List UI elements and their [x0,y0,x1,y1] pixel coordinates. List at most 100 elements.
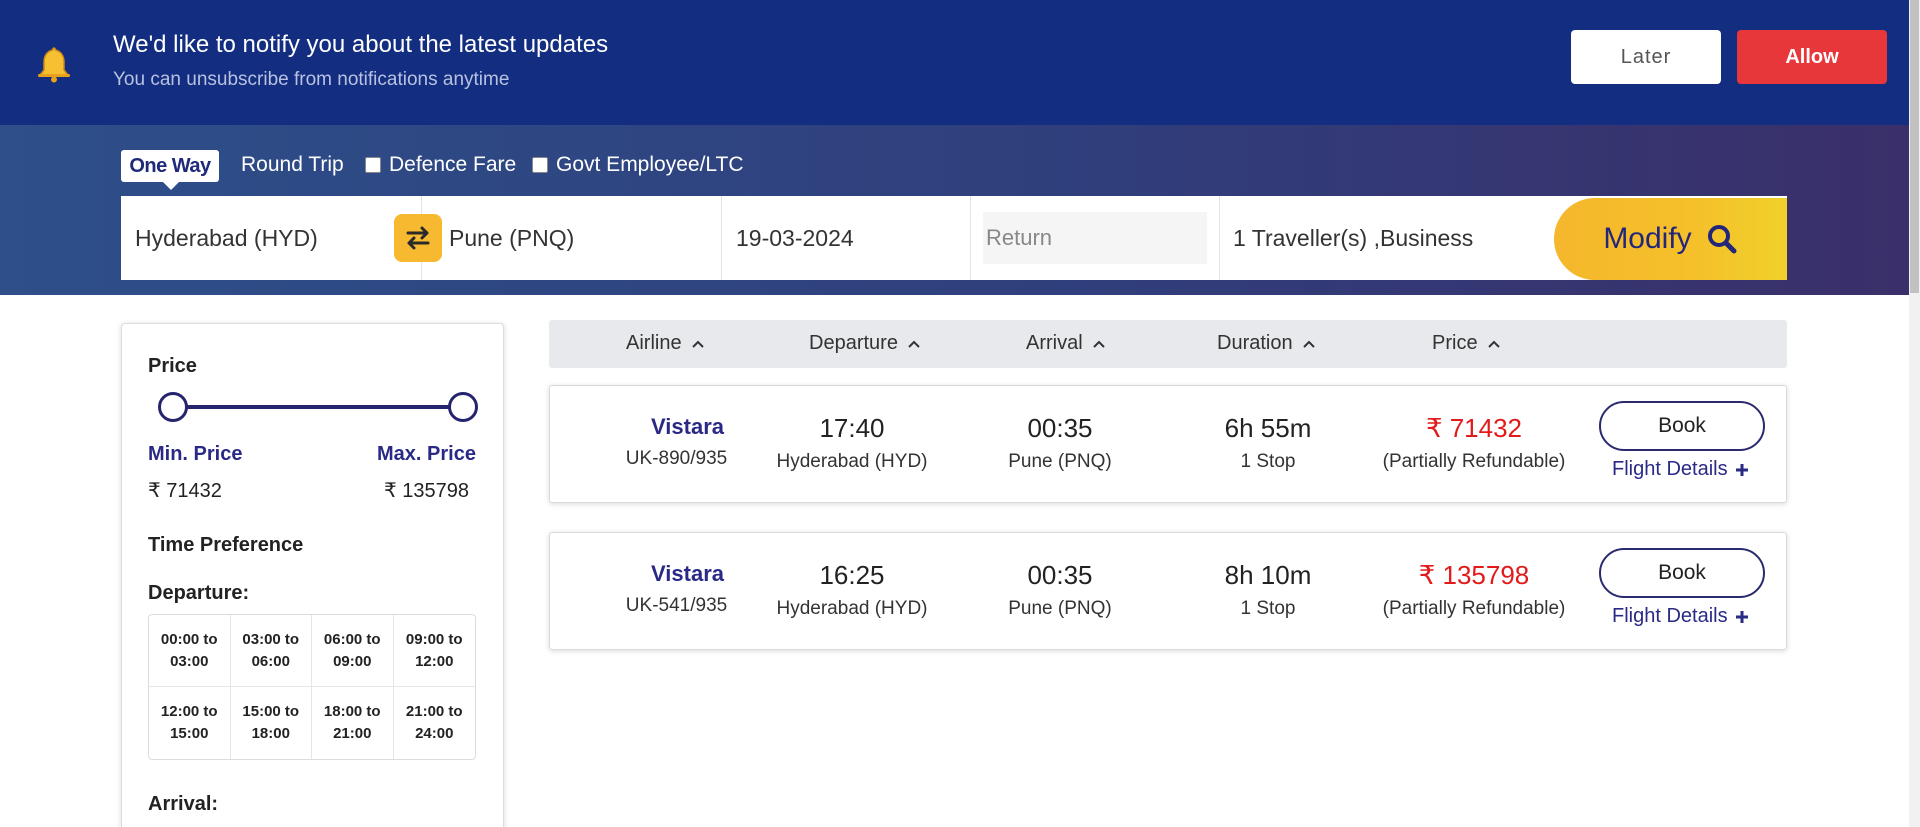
swap-icon [406,226,430,250]
price-block: ₹ 71432 (Partially Refundable) [1364,413,1584,473]
notification-subtitle: You can unsubscribe from notifications a… [113,69,510,90]
departure-slot[interactable]: 00:00 to 03:00 [149,615,231,687]
departure-slot[interactable]: 03:00 to 06:00 [230,615,312,687]
chevron-up-icon [1487,340,1500,348]
bell-icon [38,47,70,83]
tab-round-trip[interactable]: Round Trip [241,153,344,177]
arrival-time: 00:35 [1027,413,1093,443]
price-slider-min-handle[interactable] [158,392,188,422]
modify-button[interactable]: Modify [1554,198,1787,280]
later-button[interactable]: Later [1571,30,1721,84]
departure-block: 16:25 Hyderabad (HYD) [762,560,942,620]
flight-details-link[interactable]: Flight Details [1612,605,1750,628]
book-button[interactable]: Book [1599,548,1765,598]
departure-time-grid: 00:00 to 03:00 03:00 to 06:00 06:00 to 0… [148,614,476,760]
sort-arrival-label: Arrival [1026,332,1083,354]
depart-date-field[interactable]: 19-03-2024 [736,196,966,280]
departure-block: 17:40 Hyderabad (HYD) [762,413,942,473]
airline-name: Vistara [651,561,724,586]
swap-button[interactable] [394,214,442,262]
flight-details-label: Flight Details [1612,605,1728,627]
departure-city: Hyderabad (HYD) [776,598,928,619]
book-button[interactable]: Book [1599,401,1765,451]
departure-slot[interactable]: 12:00 to 15:00 [149,687,231,759]
plus-icon [1735,463,1748,476]
chevron-up-icon [1302,340,1315,348]
allow-button[interactable]: Allow [1737,30,1887,84]
sort-duration-label: Duration [1217,332,1293,354]
arrival-block: 00:35 Pune (PNQ) [980,413,1140,473]
flight-number: UK-890/935 [625,448,728,469]
sort-price[interactable]: Price [1432,332,1500,355]
notification-title: We'd like to notify you about the latest… [113,31,609,58]
sort-duration[interactable]: Duration [1217,332,1315,355]
refund-status: (Partially Refundable) [1382,451,1566,472]
price-slider-track[interactable] [163,405,463,409]
airline-block: Vistara UK-541/935 [604,561,749,617]
search-icon [1707,225,1737,254]
min-price-label: Min. Price [148,443,243,465]
scrollbar-thumb[interactable] [1910,0,1919,293]
sort-price-label: Price [1432,332,1478,354]
duration-block: 8h 10m 1 Stop [1188,560,1348,620]
defence-fare-label: Defence Fare [389,153,517,176]
arrival-city: Pune (PNQ) [1008,451,1112,472]
sort-airline[interactable]: Airline [626,332,704,355]
govt-employee-label: Govt Employee/LTC [556,153,744,176]
sort-arrival[interactable]: Arrival [1026,332,1105,355]
sort-departure[interactable]: Departure [809,332,920,355]
airline-block: Vistara UK-890/935 [604,414,749,470]
flight-duration: 8h 10m [1224,560,1312,590]
airline-name: Vistara [651,414,724,439]
travellers-field[interactable]: 1 Traveller(s) ,Business [1233,196,1533,280]
page: We'd like to notify you about the latest… [0,0,1920,827]
search-form: Hyderabad (HYD) Pune (PNQ) 19-03-2024 1 … [121,196,1787,280]
min-price-value: ₹ 71432 [148,480,222,502]
departure-city: Hyderabad (HYD) [776,451,928,472]
stops-count: 1 Stop [1240,451,1296,472]
govt-employee-checkbox[interactable] [532,157,548,173]
departure-time: 17:40 [819,413,885,443]
modify-label: Modify [1603,222,1692,255]
flight-duration: 6h 55m [1224,413,1312,443]
from-field[interactable]: Hyderabad (HYD) [135,196,395,280]
departure-slot[interactable]: 06:00 to 09:00 [312,615,394,687]
plus-icon [1735,610,1748,623]
price-filter-title: Price [148,355,197,377]
flight-number: UK-541/935 [625,595,728,616]
price-block: ₹ 135798 (Partially Refundable) [1364,560,1584,620]
defence-fare-checkbox[interactable] [365,157,381,173]
departure-time: 16:25 [819,560,885,590]
arrival-time: 00:35 [1027,560,1093,590]
flight-details-link[interactable]: Flight Details [1612,458,1750,481]
flight-details-label: Flight Details [1612,458,1728,480]
price-slider-max-handle[interactable] [448,392,478,422]
arrival-block: 00:35 Pune (PNQ) [980,560,1140,620]
time-preference-title: Time Preference [148,534,304,556]
sort-departure-label: Departure [809,332,898,354]
arrival-filter-label: Arrival: [148,793,219,815]
tab-one-way[interactable]: One Way [121,150,219,190]
flight-price: ₹ 71432 [1425,413,1523,443]
sort-airline-label: Airline [626,332,682,354]
divider [1219,196,1220,280]
departure-filter-label: Departure: [148,582,250,604]
chevron-up-icon [908,340,920,348]
departure-slot[interactable]: 09:00 to 12:00 [393,615,475,687]
duration-block: 6h 55m 1 Stop [1188,413,1348,473]
max-price-label: Max. Price [377,443,476,465]
stops-count: 1 Stop [1240,598,1296,619]
chevron-up-icon [691,340,704,348]
sort-bar [549,320,1787,368]
departure-slot[interactable]: 15:00 to 18:00 [231,687,312,759]
departure-slot[interactable]: 21:00 to 24:00 [394,687,476,759]
return-date-field[interactable]: Return [983,212,1207,264]
arrival-city: Pune (PNQ) [1008,598,1112,619]
refund-status: (Partially Refundable) [1382,598,1566,619]
divider [721,196,722,280]
notification-bar: We'd like to notify you about the latest… [0,0,1909,125]
divider [970,196,971,280]
departure-slot[interactable]: 18:00 to 21:00 [312,687,394,759]
flight-price: ₹ 135798 [1418,560,1530,590]
to-field[interactable]: Pune (PNQ) [449,196,709,280]
